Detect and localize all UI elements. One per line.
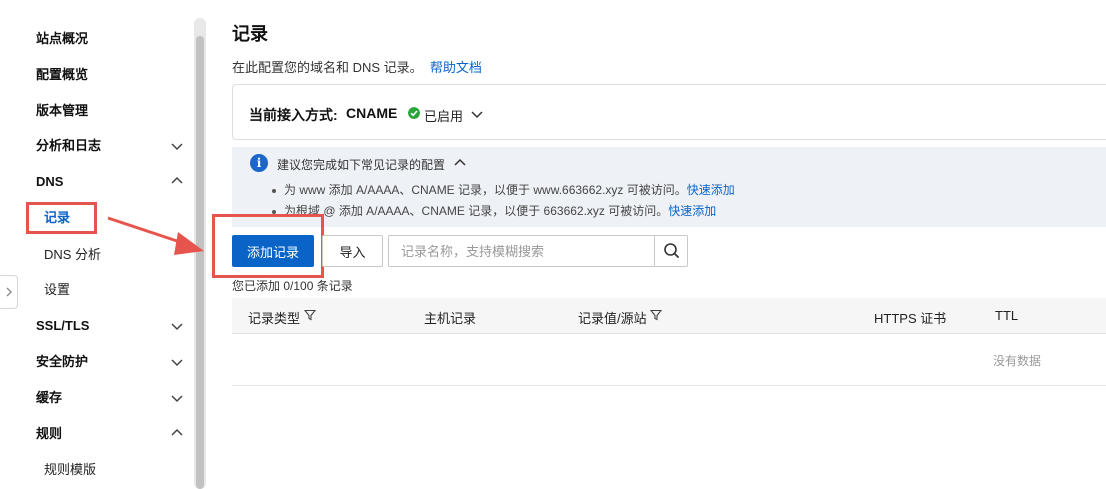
recommendation-item: 为 www 添加 A/AAAA、CNAME 记录，以便于 www.663662.… [272, 181, 735, 198]
chevron-down-icon [171, 359, 183, 367]
chevron-down-icon [171, 323, 183, 331]
recommendation-panel: i 建议您完成如下常见记录的配置 为 www 添加 A/AAAA、CNAME 记… [232, 147, 1106, 227]
import-button[interactable]: 导入 [322, 235, 383, 267]
sidebar-item-label: 站点概况 [36, 31, 89, 46]
sidebar-item-overview[interactable]: 站点概况 [36, 24, 196, 54]
sidebar-item-label: SSL/TLS [36, 318, 90, 333]
sidebar-item-label: DNS [36, 174, 64, 189]
search-input[interactable] [389, 236, 655, 266]
column-header: TTL [995, 308, 1019, 323]
filter-icon[interactable] [650, 309, 662, 321]
chevron-down-icon [171, 143, 183, 151]
column-header: 记录类型 [248, 311, 301, 326]
sidebar-item-records[interactable]: 记录 [44, 203, 70, 233]
chevron-up-icon [171, 428, 183, 436]
sidebar-item-config-overview[interactable]: 配置概览 [36, 60, 196, 90]
recommendation-text: 为 www 添加 A/AAAA、CNAME 记录，以便于 www.663662.… [284, 183, 687, 197]
search-box [388, 235, 688, 267]
column-header: 记录值/源站 [578, 311, 647, 326]
filter-icon[interactable] [304, 309, 316, 321]
record-count: 您已添加 0/100 条记录 [232, 279, 353, 293]
access-mode-value: CNAME [346, 105, 398, 121]
chevron-up-icon[interactable] [453, 156, 467, 170]
bullet [272, 188, 276, 193]
search-button[interactable] [654, 236, 687, 266]
sidebar-item-label: DNS 分析 [44, 247, 102, 262]
recommendation-text: 为根域 @ 添加 A/AAAA、CNAME 记录，以便于 663662.xyz … [284, 204, 669, 218]
recommendation-title: 建议您完成如下常见记录的配置 [277, 158, 446, 172]
sidebar-item-label: 安全防护 [36, 354, 89, 369]
chevron-down-icon[interactable] [470, 107, 484, 121]
sidebar-scrollbar-thumb[interactable] [196, 36, 204, 489]
sidebar-collapse-button[interactable] [0, 275, 18, 309]
sidebar-item-ssl[interactable]: SSL/TLS [36, 311, 196, 341]
sidebar-item-security[interactable]: 安全防护 [36, 347, 196, 377]
table-header: 记录类型 主机记录 记录值/源站 HTTPS 证书 TTL [232, 298, 1106, 334]
column-header: HTTPS 证书 [874, 311, 947, 326]
column-header: 主机记录 [424, 311, 477, 326]
sidebar-item-label: 规则模版 [44, 462, 97, 477]
sidebar-item-label: 配置概览 [36, 67, 89, 82]
add-record-button[interactable]: 添加记录 [232, 235, 314, 267]
access-mode-card: 当前接入方式: CNAME 已启用 [232, 84, 1106, 140]
sidebar-item-cache[interactable]: 缓存 [36, 383, 196, 413]
sidebar-item-label: 分析和日志 [36, 138, 102, 153]
sidebar-item-dns-analytics[interactable]: DNS 分析 [44, 240, 101, 270]
help-doc-link[interactable]: 帮助文档 [430, 60, 482, 75]
sidebar-item-label: 规则 [36, 426, 63, 441]
main-content: 记录 在此配置您的域名和 DNS 记录。 帮助文档 当前接入方式: CNAME … [208, 0, 1106, 489]
chevron-down-icon [171, 395, 183, 403]
description-text: 在此配置您的域名和 DNS 记录。 [232, 60, 423, 75]
status-badge: 已启用 [424, 109, 464, 124]
sidebar-item-label: 记录 [44, 210, 71, 225]
sidebar-item-version[interactable]: 版本管理 [36, 96, 196, 126]
sidebar: 站点概况 配置概览 版本管理 分析和日志 DNS 记录 DNS 分析 设置 SS… [0, 0, 208, 489]
chevron-right-icon [6, 287, 12, 297]
sidebar-item-analytics[interactable]: 分析和日志 [36, 131, 196, 161]
sidebar-item-rules[interactable]: 规则 [36, 419, 196, 449]
sidebar-item-label: 缓存 [36, 390, 63, 405]
empty-state-text: 没有数据 [993, 354, 1042, 368]
sidebar-item-rule-templates[interactable]: 规则模版 [44, 455, 96, 485]
page-title: 记录 [232, 24, 268, 44]
app-root: 站点概况 配置概览 版本管理 分析和日志 DNS 记录 DNS 分析 设置 SS… [0, 0, 1106, 489]
sidebar-item-settings[interactable]: 设置 [44, 275, 70, 305]
page-description: 在此配置您的域名和 DNS 记录。 帮助文档 [232, 57, 482, 76]
search-icon [664, 243, 679, 258]
chevron-up-icon [171, 176, 183, 184]
check-circle-icon [408, 107, 420, 119]
sidebar-item-label: 版本管理 [36, 103, 89, 118]
table-empty-row: 没有数据 [232, 334, 1106, 386]
access-mode-label: 当前接入方式: [249, 107, 338, 123]
info-icon: i [250, 154, 268, 172]
quick-add-link[interactable]: 快速添加 [668, 204, 716, 218]
sidebar-item-label: 设置 [44, 282, 71, 297]
recommendation-item: 为根域 @ 添加 A/AAAA、CNAME 记录，以便于 663662.xyz … [272, 202, 716, 219]
sidebar-item-dns[interactable]: DNS [36, 167, 196, 197]
quick-add-link[interactable]: 快速添加 [687, 183, 735, 197]
